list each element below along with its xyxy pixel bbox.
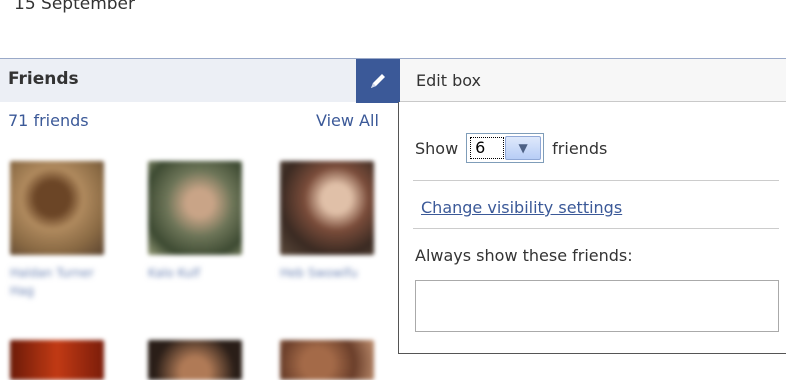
friend-thumbnail[interactable] [148,161,242,255]
friend-thumbnail[interactable] [10,161,104,255]
friend-name[interactable]: Haldan Turner Hag [10,264,100,300]
always-show-label: Always show these friends: [415,246,633,265]
edit-box-popup: Edit box Show 6 ▼ friends Change visibil… [356,58,786,358]
show-label: Show [415,138,459,158]
pencil-icon[interactable] [356,59,400,103]
friend-thumbnail[interactable] [10,340,104,380]
chevron-down-icon[interactable]: ▼ [505,136,542,160]
divider [413,228,779,229]
friends-count-link[interactable]: 71 friends [8,111,89,130]
friends-title: Friends [8,69,79,89]
friend-count-select[interactable]: 6 ▼ [466,133,545,163]
always-show-friends-input[interactable] [415,280,779,332]
date-text: 15 September [14,0,136,14]
friend-count-value: 6 [470,137,505,159]
friends-suffix-label: friends [552,138,608,158]
edit-box-label: Edit box [416,71,481,90]
friend-thumbnail[interactable] [148,340,242,380]
divider [413,180,779,181]
show-count-row: Show 6 ▼ friends [415,133,607,163]
friends-header: Friends [0,58,400,102]
edit-box-tab[interactable]: Edit box [356,58,786,103]
friend-name[interactable]: Kalo Kulf [148,264,238,282]
change-visibility-link[interactable]: Change visibility settings [421,198,622,217]
edit-box-panel: Show 6 ▼ friends Change visibility setti… [398,102,786,354]
